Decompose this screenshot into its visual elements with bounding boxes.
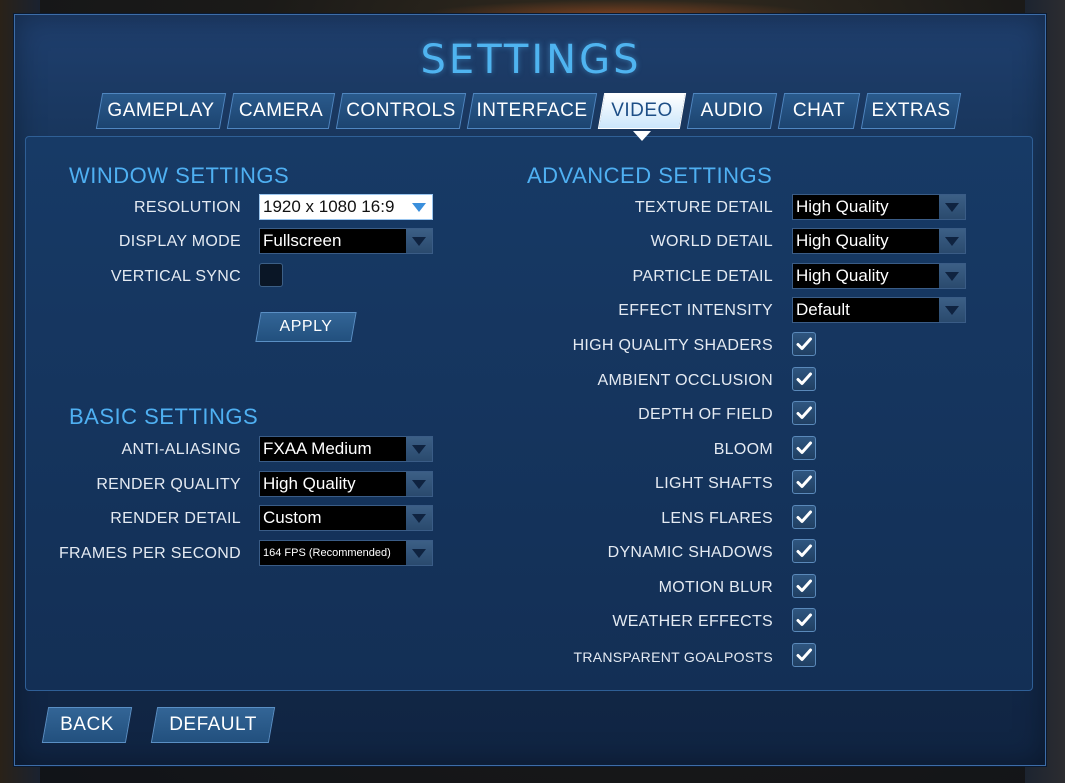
tab-video[interactable]: VIDEO bbox=[601, 93, 683, 141]
particle-detail-select[interactable]: High Quality bbox=[792, 263, 966, 289]
advanced-checkbox-row: TRANSPARENT GOALPOSTS bbox=[26, 644, 773, 670]
advanced-checkbox-row: WEATHER EFFECTS bbox=[26, 609, 773, 635]
triangle-down-icon bbox=[939, 195, 965, 219]
advanced-checkbox-row: LIGHT SHAFTS bbox=[26, 471, 773, 497]
advanced-checkbox-label: TRANSPARENT GOALPOSTS bbox=[573, 648, 773, 665]
window-settings-title: WINDOW SETTINGS bbox=[69, 163, 290, 188]
tab-chat[interactable]: CHAT bbox=[781, 93, 857, 129]
advanced-checkbox-label: AMBIENT OCCLUSION bbox=[597, 371, 773, 389]
advanced-checkbox[interactable] bbox=[792, 573, 816, 598]
checkmark-icon bbox=[796, 579, 812, 592]
tab-extras[interactable]: EXTRAS bbox=[864, 93, 958, 129]
advanced-checkbox-row: BLOOM bbox=[26, 437, 773, 463]
checkmark-icon bbox=[796, 475, 812, 488]
texture-detail-select[interactable]: High Quality bbox=[792, 194, 966, 220]
particle-detail-value: High Quality bbox=[796, 266, 889, 285]
back-label: BACK bbox=[60, 714, 114, 735]
tab-label: INTERFACE bbox=[476, 100, 588, 121]
texture-detail-value: High Quality bbox=[796, 197, 889, 216]
back-button[interactable]: BACK bbox=[45, 707, 129, 743]
tab-camera[interactable]: CAMERA bbox=[230, 93, 332, 129]
world-detail-value: High Quality bbox=[796, 231, 889, 250]
advanced-checkbox[interactable] bbox=[792, 435, 816, 460]
advanced-checkbox-label: DEPTH OF FIELD bbox=[638, 406, 773, 423]
effect-intensity-label: EFFECT INTENSITY bbox=[618, 302, 773, 319]
tab-label: GAMEPLAY bbox=[107, 100, 215, 121]
tab-label: AUDIO bbox=[700, 100, 764, 121]
advanced-checkbox-row: DEPTH OF FIELD bbox=[26, 402, 773, 428]
advanced-checkbox[interactable] bbox=[792, 332, 816, 356]
tab-controls[interactable]: CONTROLS bbox=[339, 93, 463, 129]
triangle-down-icon bbox=[939, 264, 965, 288]
advanced-checkbox-row: AMBIENT OCCLUSION bbox=[26, 368, 773, 394]
default-button[interactable]: DEFAULT bbox=[154, 707, 272, 743]
triangle-down-icon bbox=[939, 298, 965, 322]
effect-intensity-select[interactable]: Default bbox=[792, 297, 966, 323]
tab-audio[interactable]: AUDIO bbox=[690, 93, 774, 129]
tab-bar: GAMEPLAY CAMERA CONTROLS INTERFACE VIDEO… bbox=[99, 93, 965, 141]
advanced-checkbox[interactable] bbox=[792, 608, 816, 632]
tab-label: EXTRAS bbox=[871, 100, 951, 121]
advanced-checkbox-row: LENS FLARES bbox=[26, 506, 773, 532]
apply-label: APPLY bbox=[279, 318, 333, 335]
particle-detail-label: PARTICLE DETAIL bbox=[632, 268, 773, 285]
advanced-checkbox-label: WEATHER EFFECTS bbox=[612, 613, 773, 630]
tab-label: CHAT bbox=[792, 100, 846, 121]
effect-intensity-value: Default bbox=[796, 300, 850, 319]
checkmark-icon bbox=[796, 613, 812, 626]
advanced-checkbox[interactable] bbox=[792, 366, 816, 391]
advanced-checkbox[interactable] bbox=[792, 539, 816, 563]
advanced-checkbox[interactable] bbox=[792, 470, 816, 494]
checkmark-icon bbox=[796, 441, 812, 454]
particle-detail-row: PARTICLE DETAIL bbox=[26, 264, 773, 290]
page-title: SETTINGS bbox=[420, 37, 642, 83]
checkmark-icon bbox=[796, 372, 812, 385]
advanced-checkbox-row: DYNAMIC SHADOWS bbox=[26, 540, 773, 566]
texture-detail-row: TEXTURE DETAIL bbox=[26, 195, 773, 221]
advanced-checkbox-label: LIGHT SHAFTS bbox=[655, 475, 773, 492]
default-label: DEFAULT bbox=[169, 714, 257, 735]
advanced-settings-title: ADVANCED SETTINGS bbox=[527, 163, 773, 188]
world-detail-row: WORLD DETAIL bbox=[26, 229, 773, 255]
checkmark-icon bbox=[796, 544, 812, 557]
texture-detail-label: TEXTURE DETAIL bbox=[634, 199, 773, 216]
advanced-checkbox[interactable] bbox=[792, 401, 816, 425]
settings-panel: SETTINGS GAMEPLAY CAMERA CONTROLS INTERF… bbox=[14, 14, 1046, 766]
advanced-checkbox-row: HIGH QUALITY SHADERS bbox=[26, 333, 773, 359]
checkmark-icon bbox=[796, 648, 812, 661]
settings-content: WINDOW SETTINGS RESOLUTION 1920 x 1080 1… bbox=[25, 136, 1033, 691]
tab-label: CONTROLS bbox=[346, 100, 456, 121]
advanced-checkbox-label: MOTION BLUR bbox=[658, 578, 773, 596]
checkmark-icon bbox=[796, 406, 812, 419]
advanced-checkbox-label: LENS FLARES bbox=[661, 509, 773, 527]
world-detail-label: WORLD DETAIL bbox=[650, 233, 773, 250]
advanced-checkbox[interactable] bbox=[792, 504, 816, 529]
checkmark-icon bbox=[796, 510, 812, 523]
advanced-checkbox-label: HIGH QUALITY SHADERS bbox=[572, 337, 773, 354]
tab-label: CAMERA bbox=[238, 100, 324, 121]
advanced-checkbox[interactable] bbox=[792, 642, 816, 667]
world-detail-select[interactable]: High Quality bbox=[792, 228, 966, 254]
checkmark-icon bbox=[796, 337, 812, 350]
tab-interface[interactable]: INTERFACE bbox=[470, 93, 594, 129]
advanced-checkbox-label: BLOOM bbox=[713, 440, 773, 458]
advanced-checkbox-label: DYNAMIC SHADOWS bbox=[607, 544, 773, 561]
advanced-checkbox-row: MOTION BLUR bbox=[26, 575, 773, 601]
tab-label: VIDEO bbox=[611, 100, 673, 121]
active-tab-indicator bbox=[633, 131, 651, 141]
triangle-down-icon bbox=[939, 229, 965, 253]
tab-gameplay[interactable]: GAMEPLAY bbox=[99, 93, 223, 129]
effect-intensity-row: EFFECT INTENSITY bbox=[26, 298, 773, 324]
